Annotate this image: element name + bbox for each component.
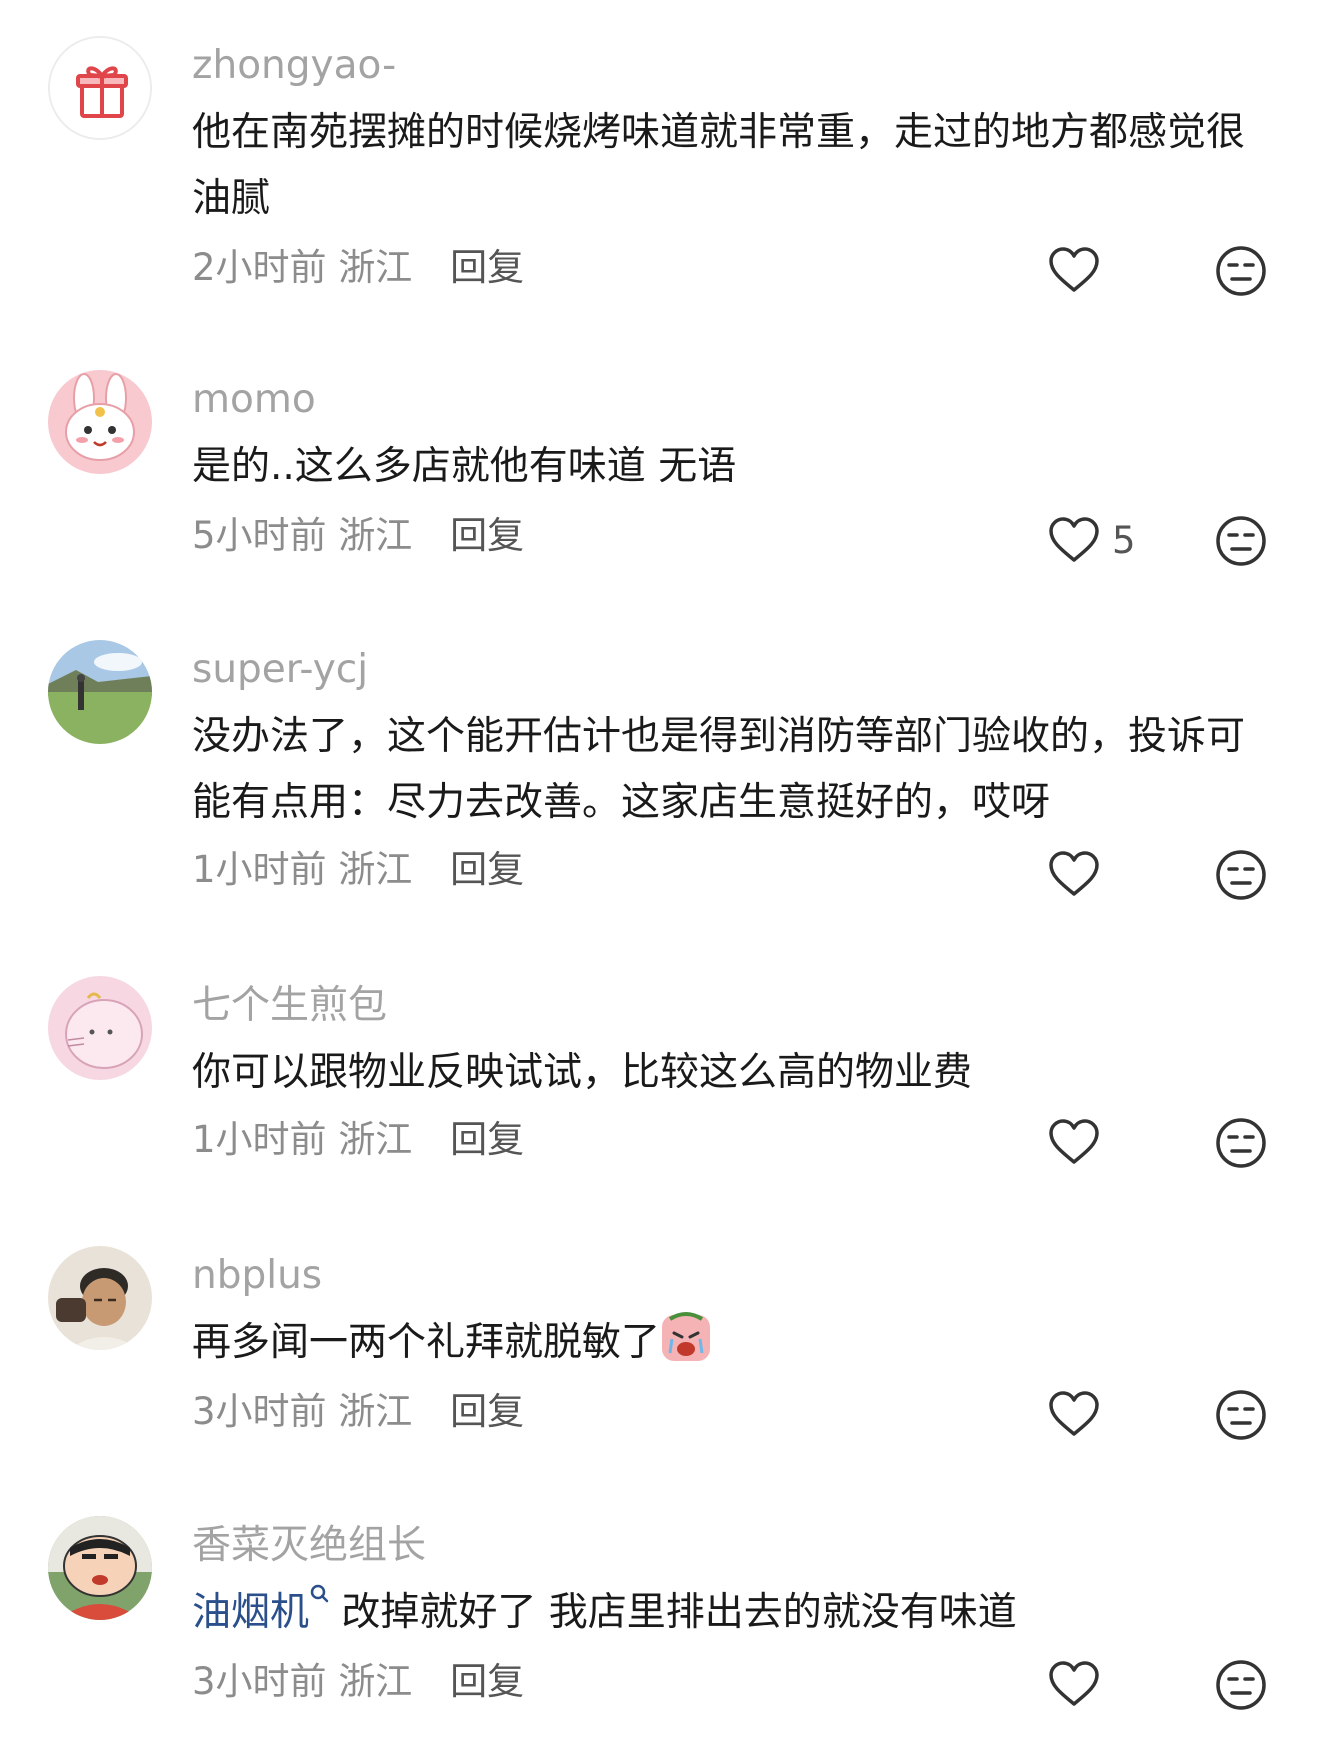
reply-button[interactable]: 回复 xyxy=(450,1118,524,1161)
comment-meta: 5小时前 浙江 回复 xyxy=(192,512,524,560)
avatar[interactable] xyxy=(48,36,152,140)
comment-location: 浙江 xyxy=(338,1390,413,1433)
like-button[interactable] xyxy=(1048,1114,1112,1170)
username[interactable]: zhongyao- xyxy=(192,42,396,90)
comment-text-body: 改掉就好了 我店里排出去的就没有味道 xyxy=(329,1590,1017,1635)
dislike-face-icon[interactable] xyxy=(1214,848,1268,902)
reply-button[interactable]: 回复 xyxy=(450,848,524,891)
comment-time: 2小时前 xyxy=(192,246,327,289)
reply-button[interactable]: 回复 xyxy=(450,1390,524,1433)
comment-location: 浙江 xyxy=(338,246,413,289)
search-icon[interactable] xyxy=(309,1583,329,1611)
comment-text: 油烟机 改掉就好了 我店里排出去的就没有味道 xyxy=(192,1580,1252,1646)
username[interactable]: 香菜灭绝组长 xyxy=(192,1522,426,1570)
comment-meta: 3小时前 浙江 回复 xyxy=(192,1658,524,1706)
bunny-avatar xyxy=(48,370,152,474)
avatar[interactable] xyxy=(48,976,152,1080)
man-photo-avatar xyxy=(48,1246,152,1350)
comment-location: 浙江 xyxy=(338,848,413,891)
avatar[interactable] xyxy=(48,370,152,474)
comment-text: 你可以跟物业反映试试，比较这么高的物业费 xyxy=(192,1050,973,1095)
search-link[interactable]: 油烟机 xyxy=(192,1590,309,1635)
like-count: 5 xyxy=(1112,518,1136,562)
heart-icon xyxy=(1049,1661,1099,1706)
heart-icon xyxy=(1049,247,1099,292)
comment-text: 再多闻一两个礼拜就脱敏了 xyxy=(192,1310,1252,1376)
crying-emoji xyxy=(662,1312,711,1361)
username[interactable]: super-ycj xyxy=(192,646,368,694)
dislike-face-icon[interactable] xyxy=(1214,514,1268,568)
comment-time: 3小时前 xyxy=(192,1390,327,1433)
username[interactable]: 七个生煎包 xyxy=(192,982,387,1030)
username[interactable]: nbplus xyxy=(192,1252,322,1300)
comment-meta: 1小时前 浙江 回复 xyxy=(192,1116,524,1164)
like-button[interactable] xyxy=(1048,1386,1112,1442)
heart-icon xyxy=(1049,1119,1099,1164)
landscape-avatar xyxy=(48,640,152,744)
dislike-face-icon[interactable] xyxy=(1214,1658,1268,1712)
comment-time: 3小时前 xyxy=(192,1660,327,1703)
like-button[interactable] xyxy=(1048,242,1112,298)
avatar[interactable] xyxy=(48,1246,152,1350)
gift-icon xyxy=(50,38,150,138)
heart-icon xyxy=(1049,1391,1099,1436)
like-button[interactable] xyxy=(1048,1656,1112,1712)
avatar[interactable] xyxy=(48,1516,152,1620)
comment-location: 浙江 xyxy=(338,1660,413,1703)
comment-location: 浙江 xyxy=(338,1118,413,1161)
comment-text-body: 再多闻一两个礼拜就脱敏了 xyxy=(192,1320,661,1365)
dislike-face-icon[interactable] xyxy=(1214,1116,1268,1170)
comment-meta: 2小时前 浙江 回复 xyxy=(192,244,524,292)
comment-text: 他在南苑摆摊的时候烧烤味道就非常重，走过的地方都感觉很油腻 xyxy=(192,110,1246,221)
heart-icon xyxy=(1049,851,1099,896)
reply-button[interactable]: 回复 xyxy=(450,1660,524,1703)
comment-meta: 1小时前 浙江 回复 xyxy=(192,846,524,894)
comment-time: 1小时前 xyxy=(192,1118,327,1161)
username[interactable]: momo xyxy=(192,376,316,424)
comment-meta: 3小时前 浙江 回复 xyxy=(192,1388,524,1436)
heart-icon xyxy=(1049,517,1099,562)
comment-time: 5小时前 xyxy=(192,514,327,557)
comment-text: 是的..这么多店就他有味道 无语 xyxy=(192,444,737,489)
reply-button[interactable]: 回复 xyxy=(450,514,524,557)
cartoon-cat-avatar xyxy=(48,976,152,1080)
comment-time: 1小时前 xyxy=(192,848,327,891)
like-button[interactable]: 5 xyxy=(1048,512,1136,568)
dislike-face-icon[interactable] xyxy=(1214,1388,1268,1442)
avatar[interactable] xyxy=(48,640,152,744)
comment-text: 没办法了，这个能开估计也是得到消防等部门验收的，投诉可能有点用：尽力去改善。这家… xyxy=(192,714,1246,825)
crayon-shin-avatar xyxy=(48,1516,152,1620)
comment-location: 浙江 xyxy=(338,514,413,557)
dislike-face-icon[interactable] xyxy=(1214,244,1268,298)
like-button[interactable] xyxy=(1048,846,1112,902)
reply-button[interactable]: 回复 xyxy=(450,246,524,289)
